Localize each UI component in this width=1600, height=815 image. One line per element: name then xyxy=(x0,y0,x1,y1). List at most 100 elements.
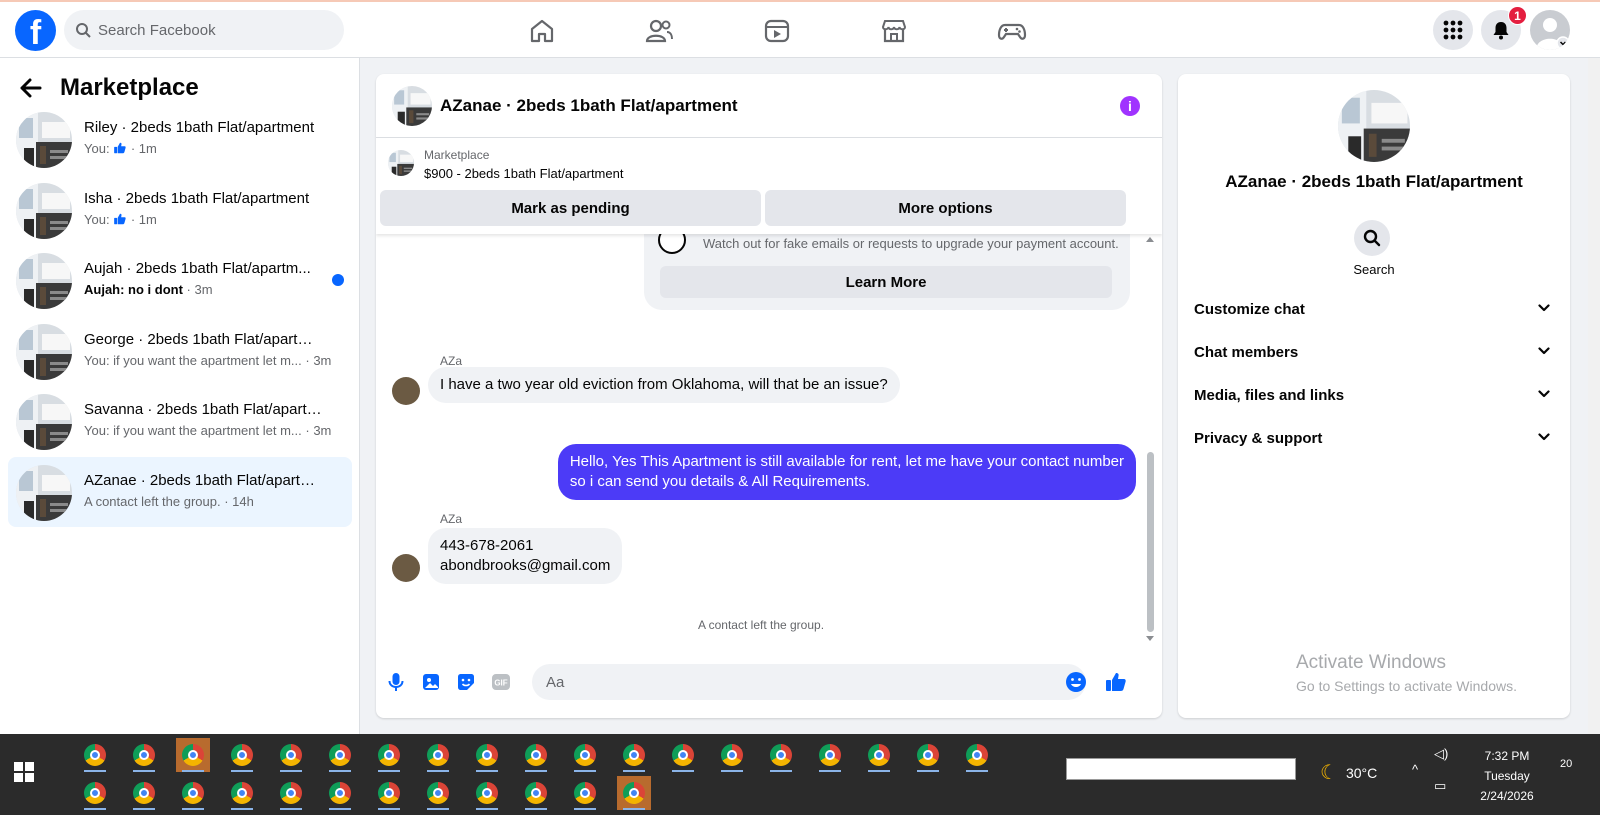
message-scrollbar[interactable] xyxy=(1144,234,1156,648)
taskbar-chrome-icon[interactable] xyxy=(470,738,504,772)
system-clock[interactable]: 7:32 PM Tuesday 2/24/2026 xyxy=(1462,746,1552,806)
search-conversation-button[interactable] xyxy=(1354,220,1390,256)
taskbar-chrome-icon[interactable] xyxy=(862,738,896,772)
conversation-time: · 1m xyxy=(130,211,157,227)
scroll-up-icon[interactable] xyxy=(1146,236,1154,242)
chevron-up-icon[interactable]: ^ xyxy=(1412,762,1418,777)
emoji-icon[interactable] xyxy=(1064,670,1088,694)
microphone-icon[interactable] xyxy=(384,670,408,694)
taskbar-chrome-icon[interactable] xyxy=(421,776,455,810)
facebook-logo[interactable]: f xyxy=(15,10,56,51)
incoming-message[interactable]: 443-678-2061 abondbrooks@gmail.com xyxy=(428,528,623,584)
listing-thumbnail[interactable] xyxy=(388,150,414,176)
back-button[interactable] xyxy=(20,74,48,102)
chrome-icon xyxy=(574,782,596,804)
taskbar-chrome-icon[interactable] xyxy=(519,776,553,810)
conversation-photo[interactable] xyxy=(1338,90,1410,162)
taskbar-chrome-icon[interactable] xyxy=(764,738,798,772)
notification-badge: 1 xyxy=(1508,6,1527,25)
taskbar-chrome-icon[interactable] xyxy=(470,776,504,810)
volume-icon[interactable]: ◁) xyxy=(1434,746,1448,762)
more-options-button[interactable]: More options xyxy=(765,190,1126,226)
conversation-item[interactable]: Isha · 2beds 1bath Flat/apartment You: · … xyxy=(8,175,352,245)
friends-icon[interactable] xyxy=(644,16,674,46)
details-section-media-files-and-links[interactable]: Media, files and links xyxy=(1194,376,1554,416)
search-input[interactable] xyxy=(98,10,338,50)
taskbar-chrome-icon[interactable] xyxy=(274,776,308,810)
photo-icon[interactable] xyxy=(419,670,443,694)
details-section-customize-chat[interactable]: Customize chat xyxy=(1194,290,1554,330)
taskbar-chrome-icon[interactable] xyxy=(568,738,602,772)
conversation-time: · 14h xyxy=(224,494,254,509)
incoming-message[interactable]: I have a two year old eviction from Okla… xyxy=(428,367,900,403)
weather-widget[interactable]: ☾ 30°C xyxy=(1320,760,1377,785)
scrollbar-thumb[interactable] xyxy=(1147,452,1154,632)
profile-avatar[interactable] xyxy=(1530,10,1570,50)
conversation-item[interactable]: Aujah · 2beds 1bath Flat/apartm... Aujah:… xyxy=(8,245,352,315)
menu-grid-button[interactable] xyxy=(1433,10,1473,50)
conversation-name: Riley · 2beds 1bath Flat/apartment xyxy=(84,119,315,136)
gaming-icon[interactable] xyxy=(997,16,1027,46)
conversation-item[interactable]: AZanae · 2beds 1bath Flat/apartm... A con… xyxy=(8,457,352,527)
marketplace-icon[interactable] xyxy=(879,16,909,46)
taskbar-chrome-icon[interactable] xyxy=(225,776,259,810)
taskbar-chrome-icon[interactable] xyxy=(617,738,651,772)
gif-icon[interactable]: GIF xyxy=(489,670,513,694)
chat-title[interactable]: AZanae · 2beds 1bath Flat/apartment xyxy=(440,96,738,116)
chat-avatar[interactable] xyxy=(392,86,432,126)
taskbar-address-input[interactable] xyxy=(1066,758,1296,780)
taskbar-chrome-icon[interactable] xyxy=(323,738,357,772)
sender-avatar[interactable] xyxy=(392,377,420,405)
taskbar-chrome-icon[interactable] xyxy=(715,738,749,772)
scroll-down-icon[interactable] xyxy=(1146,636,1154,642)
taskbar-chrome-icon[interactable] xyxy=(666,738,700,772)
conversation-item[interactable]: Savanna · 2beds 1bath Flat/apartm... You:… xyxy=(8,386,352,456)
conversation-preview: You: · 1m xyxy=(84,141,334,156)
taskbar-chrome-icon[interactable] xyxy=(813,738,847,772)
notification-center-icon[interactable]: 20 xyxy=(1560,758,1572,770)
video-icon[interactable] xyxy=(762,16,792,46)
listing-price-title[interactable]: $900 - 2beds 1bath Flat/apartment xyxy=(424,166,623,181)
taskbar-chrome-icon[interactable] xyxy=(176,776,210,810)
taskbar-chrome-icon[interactable] xyxy=(127,776,161,810)
learn-more-button[interactable]: Learn More xyxy=(660,266,1112,298)
taskbar-chrome-icon[interactable] xyxy=(225,738,259,772)
details-section-privacy-support[interactable]: Privacy & support xyxy=(1194,419,1554,459)
sticker-icon[interactable] xyxy=(454,670,478,694)
taskbar-chrome-icon[interactable] xyxy=(519,738,553,772)
taskbar-chrome-icon[interactable] xyxy=(617,776,651,810)
conversation-thumbnail xyxy=(16,182,72,239)
mark-as-pending-button[interactable]: Mark as pending xyxy=(380,190,761,226)
page-scrollbar[interactable] xyxy=(1588,58,1600,734)
taskbar-chrome-icon[interactable] xyxy=(421,738,455,772)
info-icon[interactable]: i xyxy=(1120,96,1140,116)
taskbar-chrome-icon[interactable] xyxy=(274,738,308,772)
taskbar-chrome-icon[interactable] xyxy=(78,776,112,810)
taskbar-chrome-icon[interactable] xyxy=(323,776,357,810)
home-icon[interactable] xyxy=(527,16,557,46)
section-label: Chat members xyxy=(1194,344,1299,361)
taskbar-chrome-icon[interactable] xyxy=(78,738,112,772)
taskbar-chrome-icon[interactable] xyxy=(960,738,994,772)
taskbar-chrome-icon[interactable] xyxy=(176,738,210,772)
taskbar-chrome-icon[interactable] xyxy=(372,738,406,772)
activate-windows-watermark: Activate Windows Go to Settings to activ… xyxy=(1296,652,1517,694)
windows-start-icon[interactable] xyxy=(14,762,34,782)
taskbar-chrome-icon[interactable] xyxy=(911,738,945,772)
network-icon[interactable]: ▭ xyxy=(1434,778,1446,794)
taskbar-chrome-icon[interactable] xyxy=(127,738,161,772)
taskbar-chrome-icon[interactable] xyxy=(372,776,406,810)
conversation-item[interactable]: George · 2beds 1bath Flat/apartme... You:… xyxy=(8,316,352,386)
taskbar-chrome-icon[interactable] xyxy=(568,776,602,810)
conversation-item[interactable]: Riley · 2beds 1bath Flat/apartment You: ·… xyxy=(8,104,352,174)
details-section-chat-members[interactable]: Chat members xyxy=(1194,333,1554,373)
taskbar-underline xyxy=(378,770,400,772)
chrome-icon xyxy=(280,744,302,766)
thumbs-up-icon[interactable] xyxy=(1104,670,1128,694)
sender-avatar[interactable] xyxy=(392,554,420,582)
search-box[interactable] xyxy=(64,10,344,50)
taskbar-underline xyxy=(427,770,449,772)
outgoing-message[interactable]: Hello, Yes This Apartment is still avail… xyxy=(557,444,1136,500)
message-input[interactable] xyxy=(532,664,1086,700)
taskbar-underline xyxy=(721,770,743,772)
